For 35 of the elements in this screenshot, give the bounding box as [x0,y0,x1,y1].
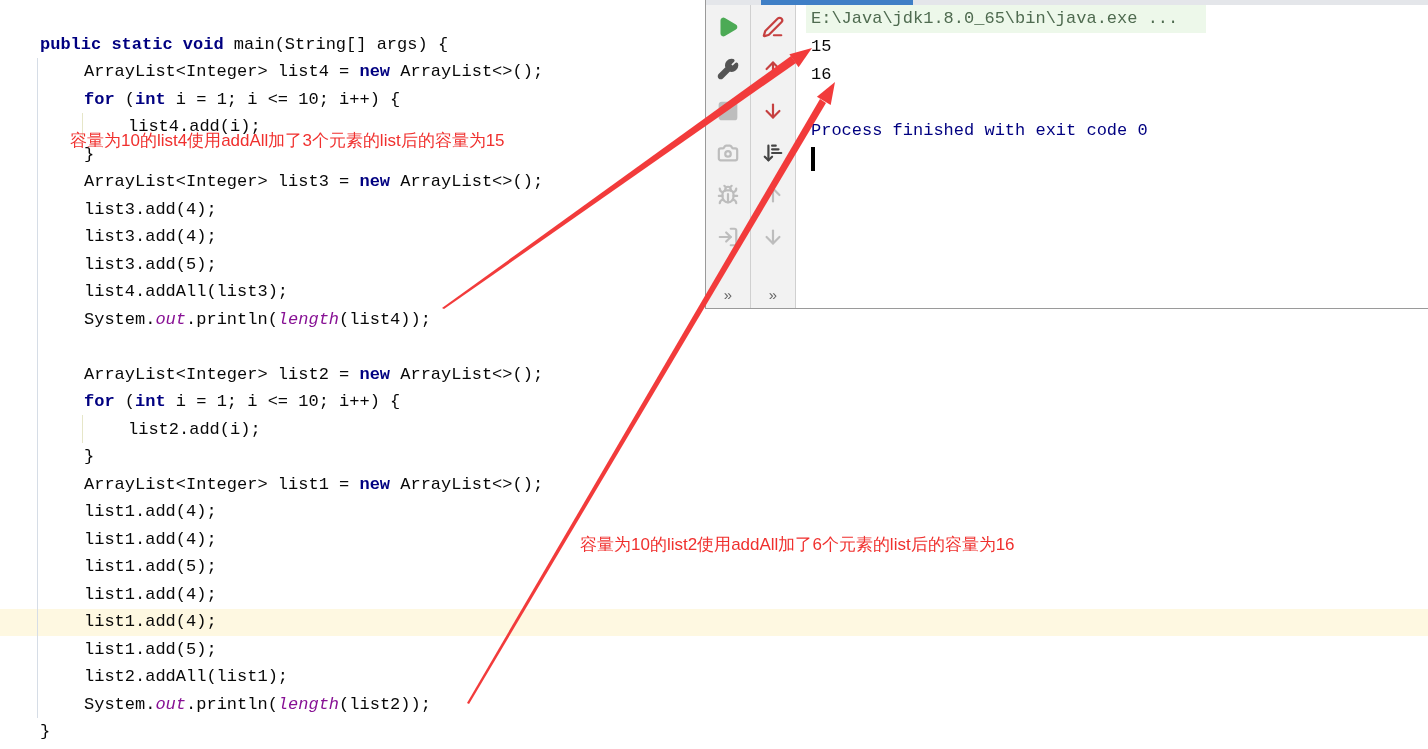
annotation-text: 容量为10的list2使用addAll加了6个元素的list后的容量为16 [580,535,1015,555]
pen-line-icon[interactable] [760,14,786,40]
code-line: list2.add(i); [128,423,261,436]
code-line: ArrayList<Integer> list2 = new ArrayList<>(); [84,368,544,381]
code-line: ArrayList<Integer> list4 = new ArrayList<>(); [84,66,544,79]
code-line: list1.add(4); [84,506,217,519]
more-button[interactable]: » [768,287,778,302]
code-line: for (int i = 1; i <= 10; i++) { [84,396,401,409]
code-line: list1.add(4); [84,588,217,601]
code-line: list1.add(4); [84,533,217,546]
code-line: System.out.println(length(list2)); [84,698,431,711]
console-output: 16 [810,64,833,86]
console-output: 15 [810,36,833,58]
wrench-icon[interactable] [715,56,741,82]
code-line: } [40,726,51,739]
code-line: ArrayList<Integer> list1 = new ArrayList<>(); [84,478,544,491]
code-line: list3.add(5); [84,258,217,271]
code-line: list1.add(5); [84,561,217,574]
code-line: ArrayList<Integer> list3 = new ArrayList<>(); [84,176,544,189]
code-line: list2.addAll(list1); [84,671,289,684]
console-command: E:\Java\jdk1.8.0_65\bin\java.exe ... [806,5,1206,33]
code-line: list4.addAll(list3); [84,286,289,299]
code-line: list3.add(4); [84,231,217,244]
console-message: Process finished with exit code 0 [810,120,1149,142]
code-line: list3.add(4); [84,203,217,216]
more-button[interactable]: » [723,287,733,302]
code-line: } [84,148,95,161]
text-cursor [811,147,815,171]
code-line: } [84,451,95,464]
code-line: list1.add(5); [84,643,217,656]
code-line: list1.add(4); [84,616,217,629]
code-line: public static void main(String[] args) { [40,38,449,51]
code-line: System.out.println(length(list4)); [84,313,431,326]
code-line: list4.add(i); [128,121,261,134]
code-line: for (int i = 1; i <= 10; i++) { [84,93,401,106]
